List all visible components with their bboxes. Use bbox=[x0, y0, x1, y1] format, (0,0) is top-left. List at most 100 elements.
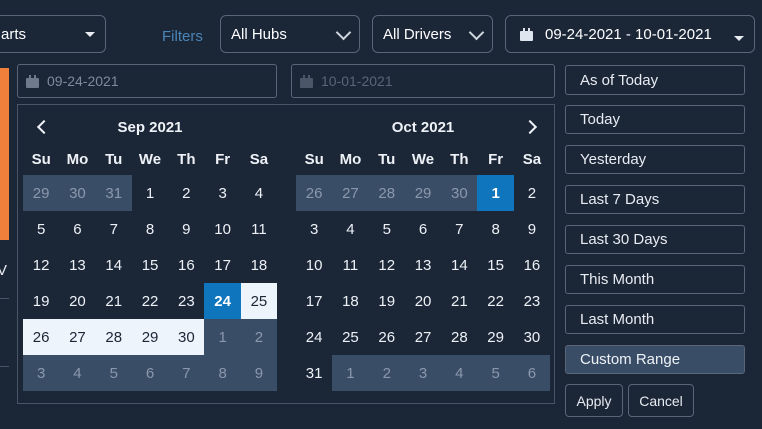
calendar-day-in-range[interactable]: 27 bbox=[59, 319, 96, 355]
calendar-day[interactable]: 8 bbox=[204, 355, 241, 391]
calendar-day[interactable]: 3 bbox=[23, 355, 60, 391]
calendar-day[interactable]: 3 bbox=[296, 211, 332, 247]
calendar-day[interactable]: 13 bbox=[59, 247, 95, 283]
calendar-day[interactable]: 23 bbox=[168, 283, 204, 319]
range-last-30-days[interactable]: Last 30 Days bbox=[565, 225, 745, 254]
calendar-day[interactable]: 4 bbox=[332, 211, 368, 247]
calendar-day[interactable]: 14 bbox=[96, 247, 132, 283]
range-last-month[interactable]: Last Month bbox=[565, 305, 745, 334]
calendar-day[interactable]: 29 bbox=[477, 319, 513, 355]
cancel-button[interactable]: Cancel bbox=[628, 384, 694, 417]
calendar-day[interactable]: 13 bbox=[405, 247, 441, 283]
calendar-day[interactable]: 5 bbox=[477, 355, 514, 391]
hubs-select[interactable]: All Hubs bbox=[220, 15, 360, 53]
calendar-day[interactable]: 18 bbox=[332, 283, 368, 319]
calendar-day[interactable]: 3 bbox=[404, 355, 442, 391]
calendar-day[interactable]: 23 bbox=[514, 283, 550, 319]
next-month-button[interactable] bbox=[522, 117, 542, 137]
calendar-day[interactable]: 28 bbox=[368, 175, 405, 211]
calendar-day[interactable]: 2 bbox=[514, 175, 550, 211]
calendar-day[interactable]: 17 bbox=[204, 247, 240, 283]
calendar-day[interactable]: 8 bbox=[477, 211, 513, 247]
calendar-day[interactable]: 31 bbox=[296, 355, 332, 391]
calendar-day[interactable]: 20 bbox=[405, 283, 441, 319]
calendar-day[interactable]: 12 bbox=[369, 247, 405, 283]
calendar-day[interactable]: 2 bbox=[168, 175, 204, 211]
calendar-day[interactable]: 11 bbox=[241, 211, 277, 247]
date-range-toggle[interactable]: 09-24-2021 - 10-01-2021 bbox=[505, 15, 755, 53]
calendar-day[interactable]: 1 bbox=[332, 355, 369, 391]
calendar-day[interactable]: 5 bbox=[369, 211, 405, 247]
calendar-day[interactable]: 14 bbox=[441, 247, 477, 283]
calendar-day[interactable]: 9 bbox=[240, 355, 278, 391]
calendar-day[interactable]: 11 bbox=[332, 247, 368, 283]
calendar-day-in-range[interactable]: 29 bbox=[131, 319, 169, 355]
calendar-day[interactable]: 24 bbox=[296, 319, 332, 355]
calendar-day-selected-end[interactable]: 1 bbox=[477, 175, 514, 211]
calendar-day[interactable]: 27 bbox=[332, 175, 369, 211]
calendar-day[interactable]: 22 bbox=[132, 283, 168, 319]
calendar-day[interactable]: 16 bbox=[514, 247, 550, 283]
calendar-day[interactable]: 4 bbox=[441, 355, 478, 391]
calendar-day[interactable]: 6 bbox=[131, 355, 169, 391]
calendar-day[interactable]: 26 bbox=[296, 175, 333, 211]
calendar-day[interactable]: 21 bbox=[441, 283, 477, 319]
calendar-day[interactable]: 19 bbox=[369, 283, 405, 319]
calendar-day[interactable]: 7 bbox=[441, 211, 477, 247]
range-as-of-today[interactable]: As of Today bbox=[565, 65, 745, 95]
calendar-day[interactable]: 28 bbox=[441, 319, 477, 355]
calendar-day[interactable]: 3 bbox=[204, 175, 240, 211]
range-custom[interactable]: Custom Range bbox=[565, 345, 745, 374]
calendar-day-in-range[interactable]: 30 bbox=[168, 319, 205, 355]
calendar-day[interactable]: 5 bbox=[23, 211, 59, 247]
calendar-day[interactable]: 12 bbox=[23, 247, 59, 283]
calendar-day[interactable]: 6 bbox=[59, 211, 95, 247]
calendar-day-in-range[interactable]: 28 bbox=[95, 319, 132, 355]
calendar-day[interactable]: 1 bbox=[132, 175, 168, 211]
calendar-day-selected-start[interactable]: 24 bbox=[204, 283, 241, 319]
calendar-day[interactable]: 25 bbox=[332, 319, 368, 355]
calendar-day-in-range[interactable]: 25 bbox=[240, 283, 278, 319]
calendar-day[interactable]: 17 bbox=[296, 283, 332, 319]
calendar-day[interactable]: 22 bbox=[477, 283, 513, 319]
calendar-day[interactable]: 6 bbox=[405, 211, 441, 247]
charts-select[interactable]: arts bbox=[0, 15, 106, 53]
calendar-day[interactable]: 15 bbox=[477, 247, 513, 283]
calendar-day[interactable]: 4 bbox=[59, 355, 96, 391]
apply-button[interactable]: Apply bbox=[565, 384, 623, 417]
calendar-day[interactable]: 20 bbox=[59, 283, 95, 319]
calendar-day[interactable]: 6 bbox=[513, 355, 551, 391]
calendar-day[interactable]: 7 bbox=[168, 355, 205, 391]
calendar-day[interactable]: 29 bbox=[404, 175, 442, 211]
calendar-day[interactable]: 2 bbox=[240, 319, 278, 355]
range-today[interactable]: Today bbox=[565, 105, 745, 134]
calendar-day[interactable]: 29 bbox=[23, 175, 60, 211]
calendar-day[interactable]: 8 bbox=[132, 211, 168, 247]
calendar-day[interactable]: 21 bbox=[96, 283, 132, 319]
range-last-7-days[interactable]: Last 7 Days bbox=[565, 185, 745, 214]
calendar-day[interactable]: 30 bbox=[59, 175, 96, 211]
start-date-input[interactable]: 09-24-2021 bbox=[17, 64, 277, 98]
end-date-input[interactable]: 10-01-2021 bbox=[291, 64, 555, 98]
calendar-day[interactable]: 18 bbox=[241, 247, 277, 283]
calendar-day-in-range[interactable]: 26 bbox=[23, 319, 60, 355]
calendar-day[interactable]: 26 bbox=[369, 319, 405, 355]
calendar-day[interactable]: 7 bbox=[96, 211, 132, 247]
calendar-day[interactable]: 9 bbox=[514, 211, 550, 247]
calendar-day[interactable]: 10 bbox=[204, 211, 240, 247]
calendar-day[interactable]: 19 bbox=[23, 283, 59, 319]
calendar-day[interactable]: 15 bbox=[132, 247, 168, 283]
calendar-day[interactable]: 31 bbox=[95, 175, 132, 211]
calendar-day[interactable]: 30 bbox=[441, 175, 478, 211]
drivers-select[interactable]: All Drivers bbox=[372, 15, 493, 53]
calendar-day[interactable]: 5 bbox=[95, 355, 132, 391]
calendar-day[interactable]: 27 bbox=[405, 319, 441, 355]
calendar-day[interactable]: 9 bbox=[168, 211, 204, 247]
calendar-day[interactable]: 30 bbox=[514, 319, 550, 355]
calendar-day[interactable]: 10 bbox=[296, 247, 332, 283]
calendar-day[interactable]: 2 bbox=[368, 355, 405, 391]
range-yesterday[interactable]: Yesterday bbox=[565, 145, 745, 174]
calendar-day[interactable]: 16 bbox=[168, 247, 204, 283]
calendar-day[interactable]: 1 bbox=[204, 319, 241, 355]
calendar-day[interactable]: 4 bbox=[241, 175, 277, 211]
